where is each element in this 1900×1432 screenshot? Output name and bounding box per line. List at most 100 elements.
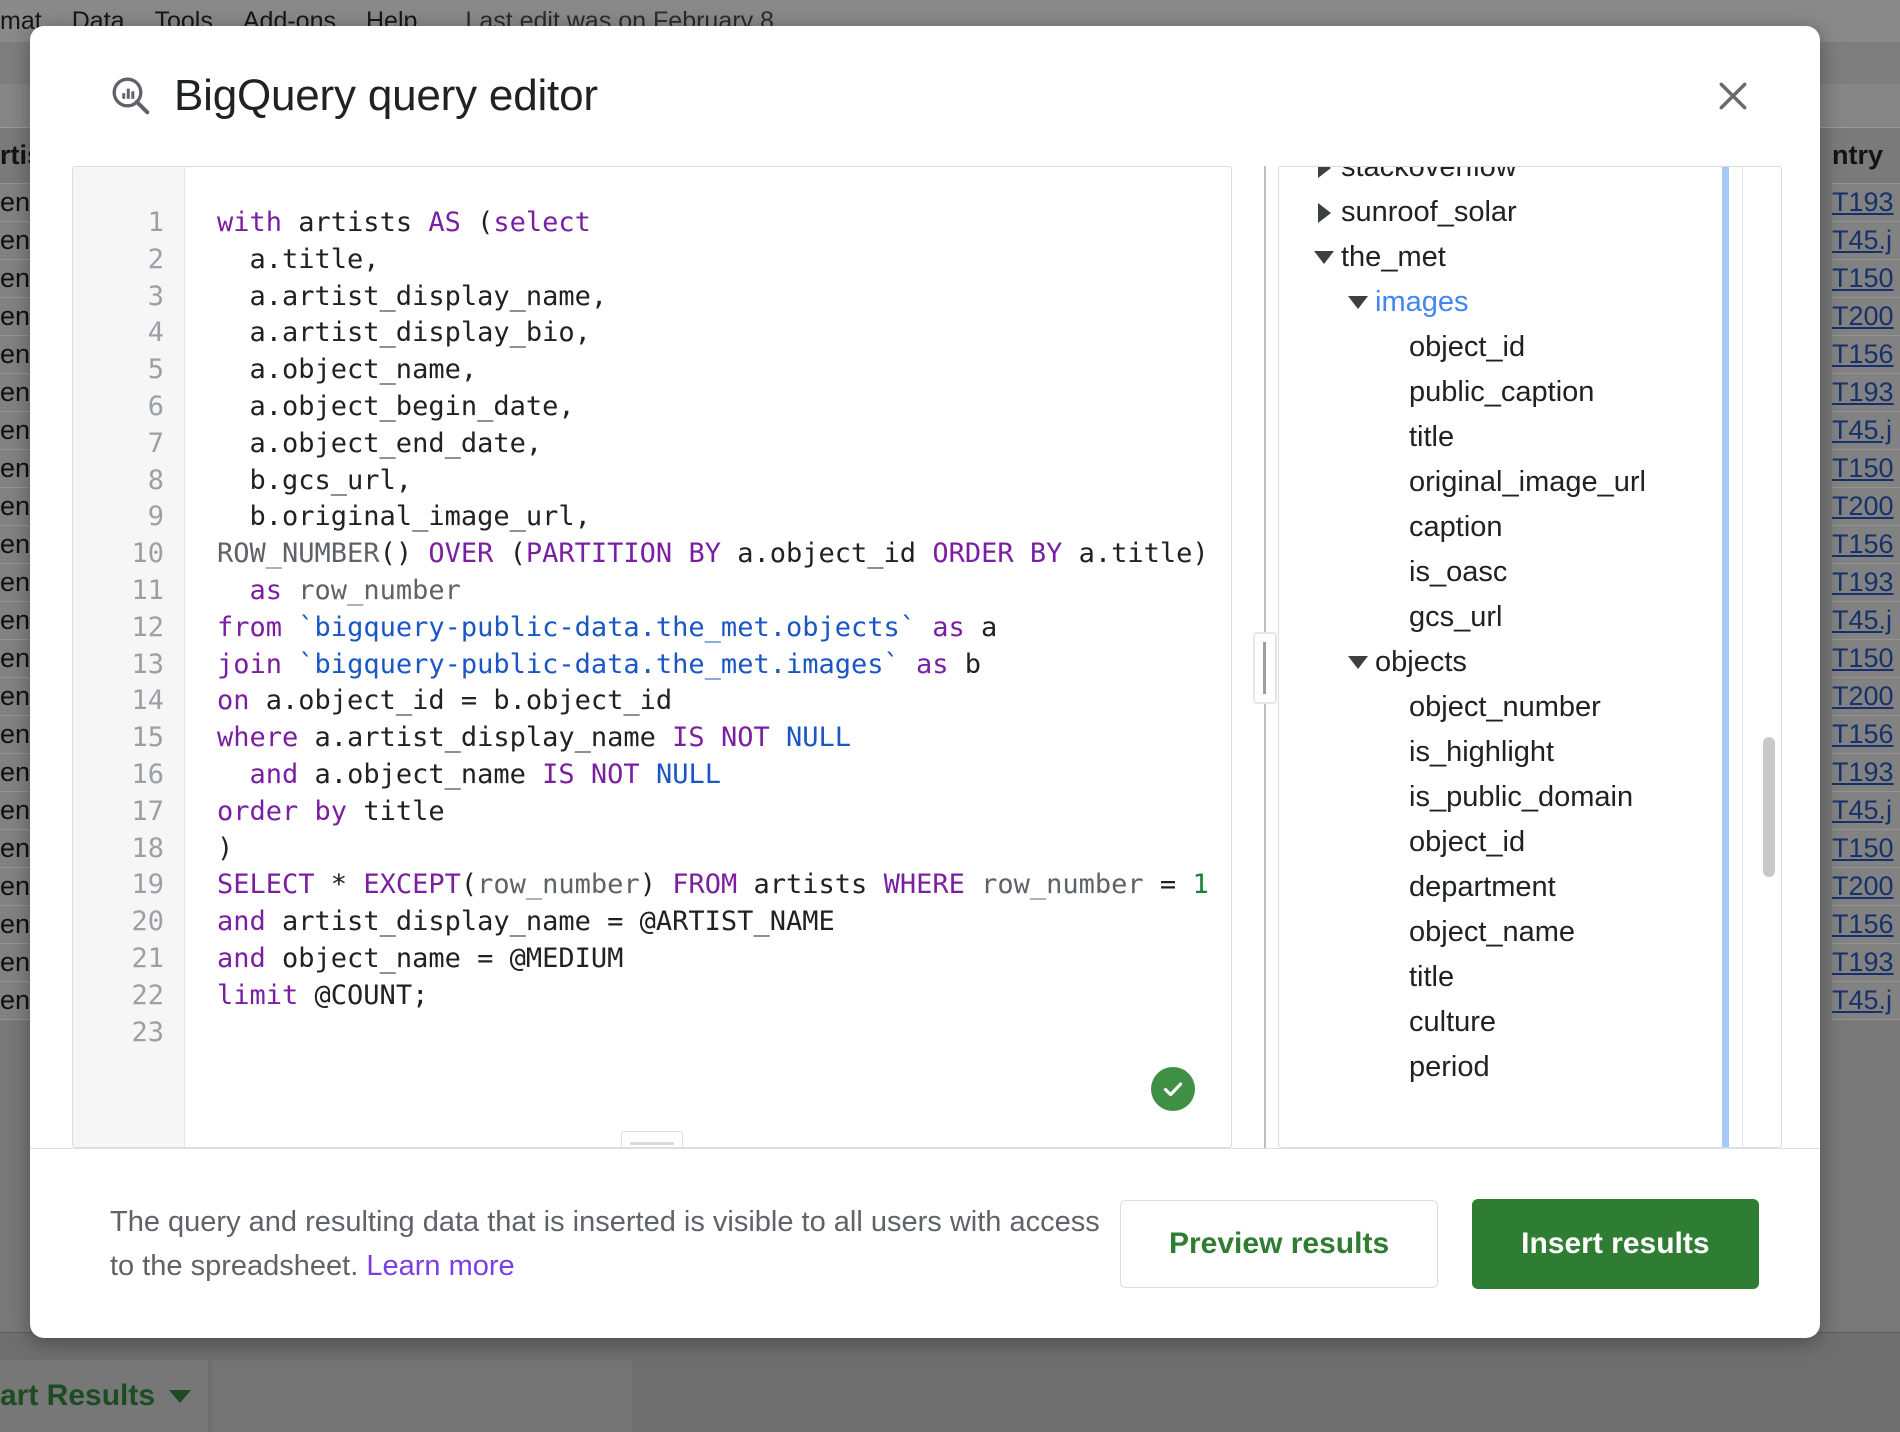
spreadsheet-cell-link[interactable]: T200 — [1832, 678, 1900, 716]
horizontal-resize-handle[interactable] — [621, 1131, 683, 1147]
schema-node-label: is_highlight — [1409, 736, 1555, 768]
sql-line: on a.object_id = b.object_id — [217, 685, 673, 717]
chevron-down-icon[interactable] — [1307, 251, 1341, 264]
sheet-tab-bar: art Results — [0, 1332, 1900, 1432]
spreadsheet-cell-link[interactable]: T156 — [1832, 906, 1900, 944]
schema-node-label: department — [1409, 871, 1556, 903]
close-icon[interactable] — [1706, 69, 1760, 123]
chevron-right-icon[interactable] — [1307, 202, 1341, 223]
line-number: 1 — [147, 207, 164, 238]
pane-splitter[interactable] — [1252, 166, 1278, 1148]
bigquery-search-icon — [110, 75, 152, 117]
schema-node-object_number[interactable]: object_number — [1279, 685, 1781, 730]
learn-more-link[interactable]: Learn more — [366, 1250, 514, 1282]
schema-browser-pane[interactable]: stackoverflow sunroof_solar the_metimages o… — [1278, 166, 1782, 1148]
sql-line: a.artist_display_bio, — [217, 317, 591, 349]
sql-line: a.title, — [217, 243, 380, 275]
schema-node-object_name[interactable]: object_name — [1279, 910, 1781, 955]
schema-node-label: gcs_url — [1409, 601, 1503, 633]
schema-node-period[interactable]: period — [1279, 1045, 1781, 1090]
spreadsheet-cell-link[interactable]: T45.j — [1832, 982, 1900, 1020]
sql-code-area[interactable]: with artists AS (select a.title, a.artis… — [185, 167, 1231, 1147]
spreadsheet-cell-link[interactable]: T150 — [1832, 640, 1900, 678]
spreadsheet-cell-link[interactable]: T200 — [1832, 868, 1900, 906]
sql-line — [217, 1015, 1231, 1052]
line-number: 11 — [131, 574, 164, 606]
schema-node-label: object_number — [1409, 691, 1601, 723]
sql-line: as row_number — [249, 574, 461, 606]
sql-line: where a.artist_display_name IS NOT NULL — [217, 722, 852, 754]
line-number: 13 — [131, 648, 164, 680]
schema-node-label: original_image_url — [1409, 466, 1646, 498]
spreadsheet-cell-link[interactable]: T45.j — [1832, 412, 1900, 450]
schema-scroll-track[interactable] — [1722, 167, 1729, 1147]
dialog-footer: The query and resulting data that is ins… — [30, 1148, 1820, 1338]
preview-results-button[interactable]: Preview results — [1120, 1199, 1439, 1288]
schema-node-objects[interactable]: objects — [1279, 640, 1781, 685]
schema-node-department[interactable]: department — [1279, 865, 1781, 910]
sql-line: a.object_begin_date, — [217, 390, 575, 422]
schema-node-original_image_url[interactable]: original_image_url — [1279, 460, 1781, 505]
bigquery-query-editor-dialog: BigQuery query editor 1 2 3 4 5 6 7 8 9 10 11 12 13 1… — [30, 26, 1820, 1338]
schema-node-culture[interactable]: culture — [1279, 1000, 1781, 1045]
sql-line: order by title — [217, 795, 445, 827]
schema-tree[interactable]: stackoverflow sunroof_solar the_metimages o… — [1279, 167, 1781, 1147]
chevron-down-icon[interactable] — [169, 1389, 192, 1403]
sql-line: b.original_image_url, — [217, 501, 591, 533]
line-number: 5 — [147, 354, 164, 386]
schema-node-gcs_url[interactable]: gcs_url — [1279, 595, 1781, 640]
schema-node-images[interactable]: images — [1279, 280, 1781, 325]
schema-node-label: images — [1375, 286, 1469, 318]
spreadsheet-cell-link[interactable]: T156 — [1832, 526, 1900, 564]
spreadsheet-cell-link[interactable]: T150 — [1832, 450, 1900, 488]
sql-line: and artist_display_name = @ARTIST_NAME — [217, 906, 835, 938]
schema-node-caption[interactable]: caption — [1279, 505, 1781, 550]
column-header-right: ntry — [1832, 128, 1900, 184]
spreadsheet-cell-link[interactable]: T193 — [1832, 184, 1900, 222]
spreadsheet-cell-link[interactable]: T193 — [1832, 374, 1900, 412]
spreadsheet-cell-link[interactable]: T193 — [1832, 564, 1900, 602]
schema-node-object_id[interactable]: object_id — [1279, 820, 1781, 865]
schema-node-is_oasc[interactable]: is_oasc — [1279, 550, 1781, 595]
schema-node-label: title — [1409, 961, 1455, 993]
schema-node-stackoverflow[interactable]: stackoverflow — [1279, 167, 1781, 190]
schema-node-public_caption[interactable]: public_caption — [1279, 370, 1781, 415]
spreadsheet-cell-link[interactable]: T150 — [1832, 830, 1900, 868]
chevron-right-icon[interactable] — [1307, 167, 1341, 178]
spreadsheet-cell-link[interactable]: T45.j — [1832, 222, 1900, 260]
schema-scrollbar-thumb[interactable] — [1763, 737, 1775, 877]
spreadsheet-cell-link[interactable]: T193 — [1832, 754, 1900, 792]
sheet-tab-art-results[interactable]: art Results — [0, 1360, 208, 1432]
line-number: 10 — [131, 538, 164, 570]
schema-node-the_met[interactable]: the_met — [1279, 235, 1781, 280]
dialog-body: 1 2 3 4 5 6 7 8 9 10 11 12 13 14 15 16 17 18 19 20 21 22 23 wi… — [30, 166, 1820, 1148]
spreadsheet-cell-link[interactable]: T200 — [1832, 298, 1900, 336]
spreadsheet-cell-link[interactable]: T45.j — [1832, 602, 1900, 640]
line-number: 21 — [131, 942, 164, 974]
schema-node-title[interactable]: title — [1279, 955, 1781, 1000]
sheet-tab-blank[interactable] — [212, 1360, 632, 1432]
schema-node-sunroof_solar[interactable]: sunroof_solar — [1279, 190, 1781, 235]
line-number: 4 — [147, 317, 164, 349]
spreadsheet-cell-link[interactable]: T156 — [1832, 336, 1900, 374]
chevron-down-icon[interactable] — [1341, 656, 1375, 669]
sql-editor-pane[interactable]: 1 2 3 4 5 6 7 8 9 10 11 12 13 14 15 16 17 18 19 20 21 22 23 wi… — [72, 166, 1232, 1148]
sql-line: join `bigquery-public-data.the_met.image… — [217, 648, 982, 680]
schema-node-is_highlight[interactable]: is_highlight — [1279, 730, 1781, 775]
sql-line: a.object_end_date, — [217, 427, 543, 459]
schema-node-object_id[interactable]: object_id — [1279, 325, 1781, 370]
chevron-down-icon[interactable] — [1341, 296, 1375, 309]
spreadsheet-cell-link[interactable]: T200 — [1832, 488, 1900, 526]
schema-node-label: period — [1409, 1051, 1490, 1083]
spreadsheet-cell-link[interactable]: T193 — [1832, 944, 1900, 982]
insert-results-button[interactable]: Insert results — [1472, 1198, 1759, 1289]
line-number: 18 — [131, 832, 164, 864]
schema-node-label: sunroof_solar — [1341, 196, 1517, 228]
spreadsheet-cell-link[interactable]: T150 — [1832, 260, 1900, 298]
schema-node-title[interactable]: title — [1279, 415, 1781, 460]
spreadsheet-cell-link[interactable]: T45.j — [1832, 792, 1900, 830]
schema-node-is_public_domain[interactable]: is_public_domain — [1279, 775, 1781, 820]
spreadsheet-cell-link[interactable]: T156 — [1832, 716, 1900, 754]
line-number: 20 — [131, 906, 164, 938]
splitter-grip[interactable] — [1253, 632, 1277, 704]
